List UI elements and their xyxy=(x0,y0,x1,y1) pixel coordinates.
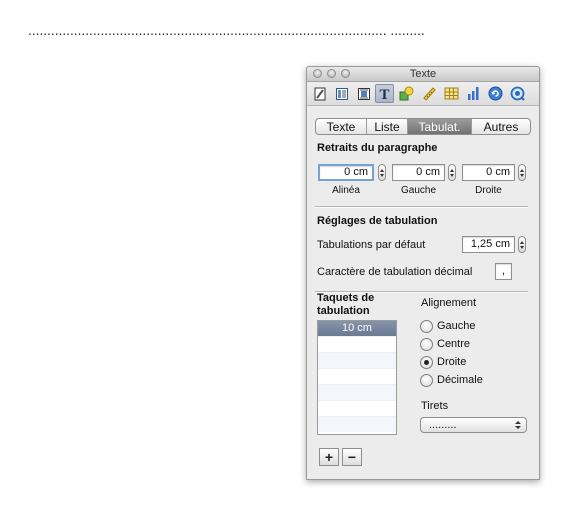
tab-stops-list: 10 cm xyxy=(317,320,397,435)
chart-icon xyxy=(468,87,479,100)
default-tab-stepper[interactable] xyxy=(518,236,526,253)
tab-stop-row[interactable] xyxy=(318,385,396,401)
decimal-tab-label: Caractère de tabulation décimal xyxy=(317,266,473,278)
document-inspector-button[interactable] xyxy=(310,84,329,103)
indents-section-title: Retraits du paragraphe xyxy=(317,142,438,154)
text-inspector-button[interactable]: T xyxy=(375,84,394,103)
left-indent-field[interactable]: 0 cm xyxy=(392,164,445,181)
tab-stops-title: Taquets de tabulation xyxy=(317,292,375,317)
tab-liste[interactable]: Liste xyxy=(367,119,408,134)
tab-stop-row[interactable] xyxy=(318,337,396,353)
text-inspector-tabs: Texte Liste Tabulat. Autres xyxy=(315,118,531,135)
metrics-inspector-button[interactable] xyxy=(420,84,439,103)
remove-tab-stop-button[interactable]: − xyxy=(342,448,362,466)
leader-popup-value: ......... xyxy=(429,419,457,431)
tab-settings-title: Réglages de tabulation xyxy=(317,215,438,227)
align-left-radio[interactable] xyxy=(420,320,433,333)
left-indent-label: Gauche xyxy=(400,185,437,196)
leader-title: Tirets xyxy=(421,400,449,412)
right-indent-stepper[interactable] xyxy=(518,164,526,181)
tab-stop-row[interactable] xyxy=(318,417,396,432)
decimal-tab-field[interactable]: , xyxy=(495,263,512,280)
graphic-inspector-button[interactable] xyxy=(397,84,416,103)
window-title: Texte xyxy=(409,68,437,80)
quicktime-icon xyxy=(510,86,525,101)
quicktime-inspector-button[interactable] xyxy=(508,84,527,103)
first-line-indent-field[interactable]: 0 cm xyxy=(318,164,374,181)
window-titlebar[interactable]: Texte xyxy=(307,67,539,82)
default-tab-field[interactable]: 1,25 cm xyxy=(462,236,515,253)
first-line-indent-label: Alinéa xyxy=(332,185,360,196)
left-indent-stepper[interactable] xyxy=(448,164,456,181)
layout-inspector-button[interactable] xyxy=(332,84,351,103)
tab-tabulations[interactable]: Tabulat. xyxy=(408,119,472,134)
wrap-icon xyxy=(357,87,370,100)
chart-inspector-button[interactable] xyxy=(464,84,483,103)
table-inspector-button[interactable] xyxy=(442,84,461,103)
default-tab-label: Tabulations par défaut xyxy=(317,239,426,251)
tab-autres[interactable]: Autres xyxy=(472,119,530,134)
align-decimal-radio[interactable] xyxy=(420,374,433,387)
right-indent-label: Droite xyxy=(475,185,502,196)
align-center-label: Centre xyxy=(437,338,471,350)
tab-texte[interactable]: Texte xyxy=(316,119,367,134)
layout-icon xyxy=(335,87,348,100)
separator xyxy=(315,206,528,208)
document-tab-leader-line: ........................................… xyxy=(28,24,424,38)
add-tab-stop-button[interactable]: + xyxy=(319,448,339,466)
table-icon xyxy=(444,87,459,100)
link-inspector-button[interactable] xyxy=(486,84,505,103)
tab-stop-row[interactable] xyxy=(318,401,396,417)
first-line-indent-stepper[interactable] xyxy=(378,164,386,181)
metrics-icon xyxy=(423,87,436,101)
graphic-icon xyxy=(399,86,414,101)
align-left-label: Gauche xyxy=(437,320,476,332)
alignment-title: Alignement xyxy=(421,297,477,309)
align-right-label: Droite xyxy=(437,356,467,368)
tab-stop-row[interactable] xyxy=(318,353,396,369)
popup-arrows-icon xyxy=(515,421,521,429)
tab-stop-row[interactable]: 10 cm xyxy=(318,321,396,337)
document-icon xyxy=(314,87,325,100)
link-icon xyxy=(488,86,503,101)
wrap-inspector-button[interactable] xyxy=(354,84,373,103)
svg-text:T: T xyxy=(379,87,389,101)
text-inspector-window: Texte T Texte Liste Tabulat. Autres Retr… xyxy=(306,66,540,480)
radio-checked-dot xyxy=(424,360,429,365)
inspector-toolbar: T xyxy=(307,82,539,106)
right-indent-field[interactable]: 0 cm xyxy=(462,164,515,181)
align-decimal-label: Décimale xyxy=(437,374,483,386)
tab-stop-row[interactable] xyxy=(318,369,396,385)
align-right-radio[interactable] xyxy=(420,356,433,369)
text-icon: T xyxy=(379,87,389,101)
align-center-radio[interactable] xyxy=(420,338,433,351)
leader-popup[interactable]: ......... xyxy=(420,417,527,433)
